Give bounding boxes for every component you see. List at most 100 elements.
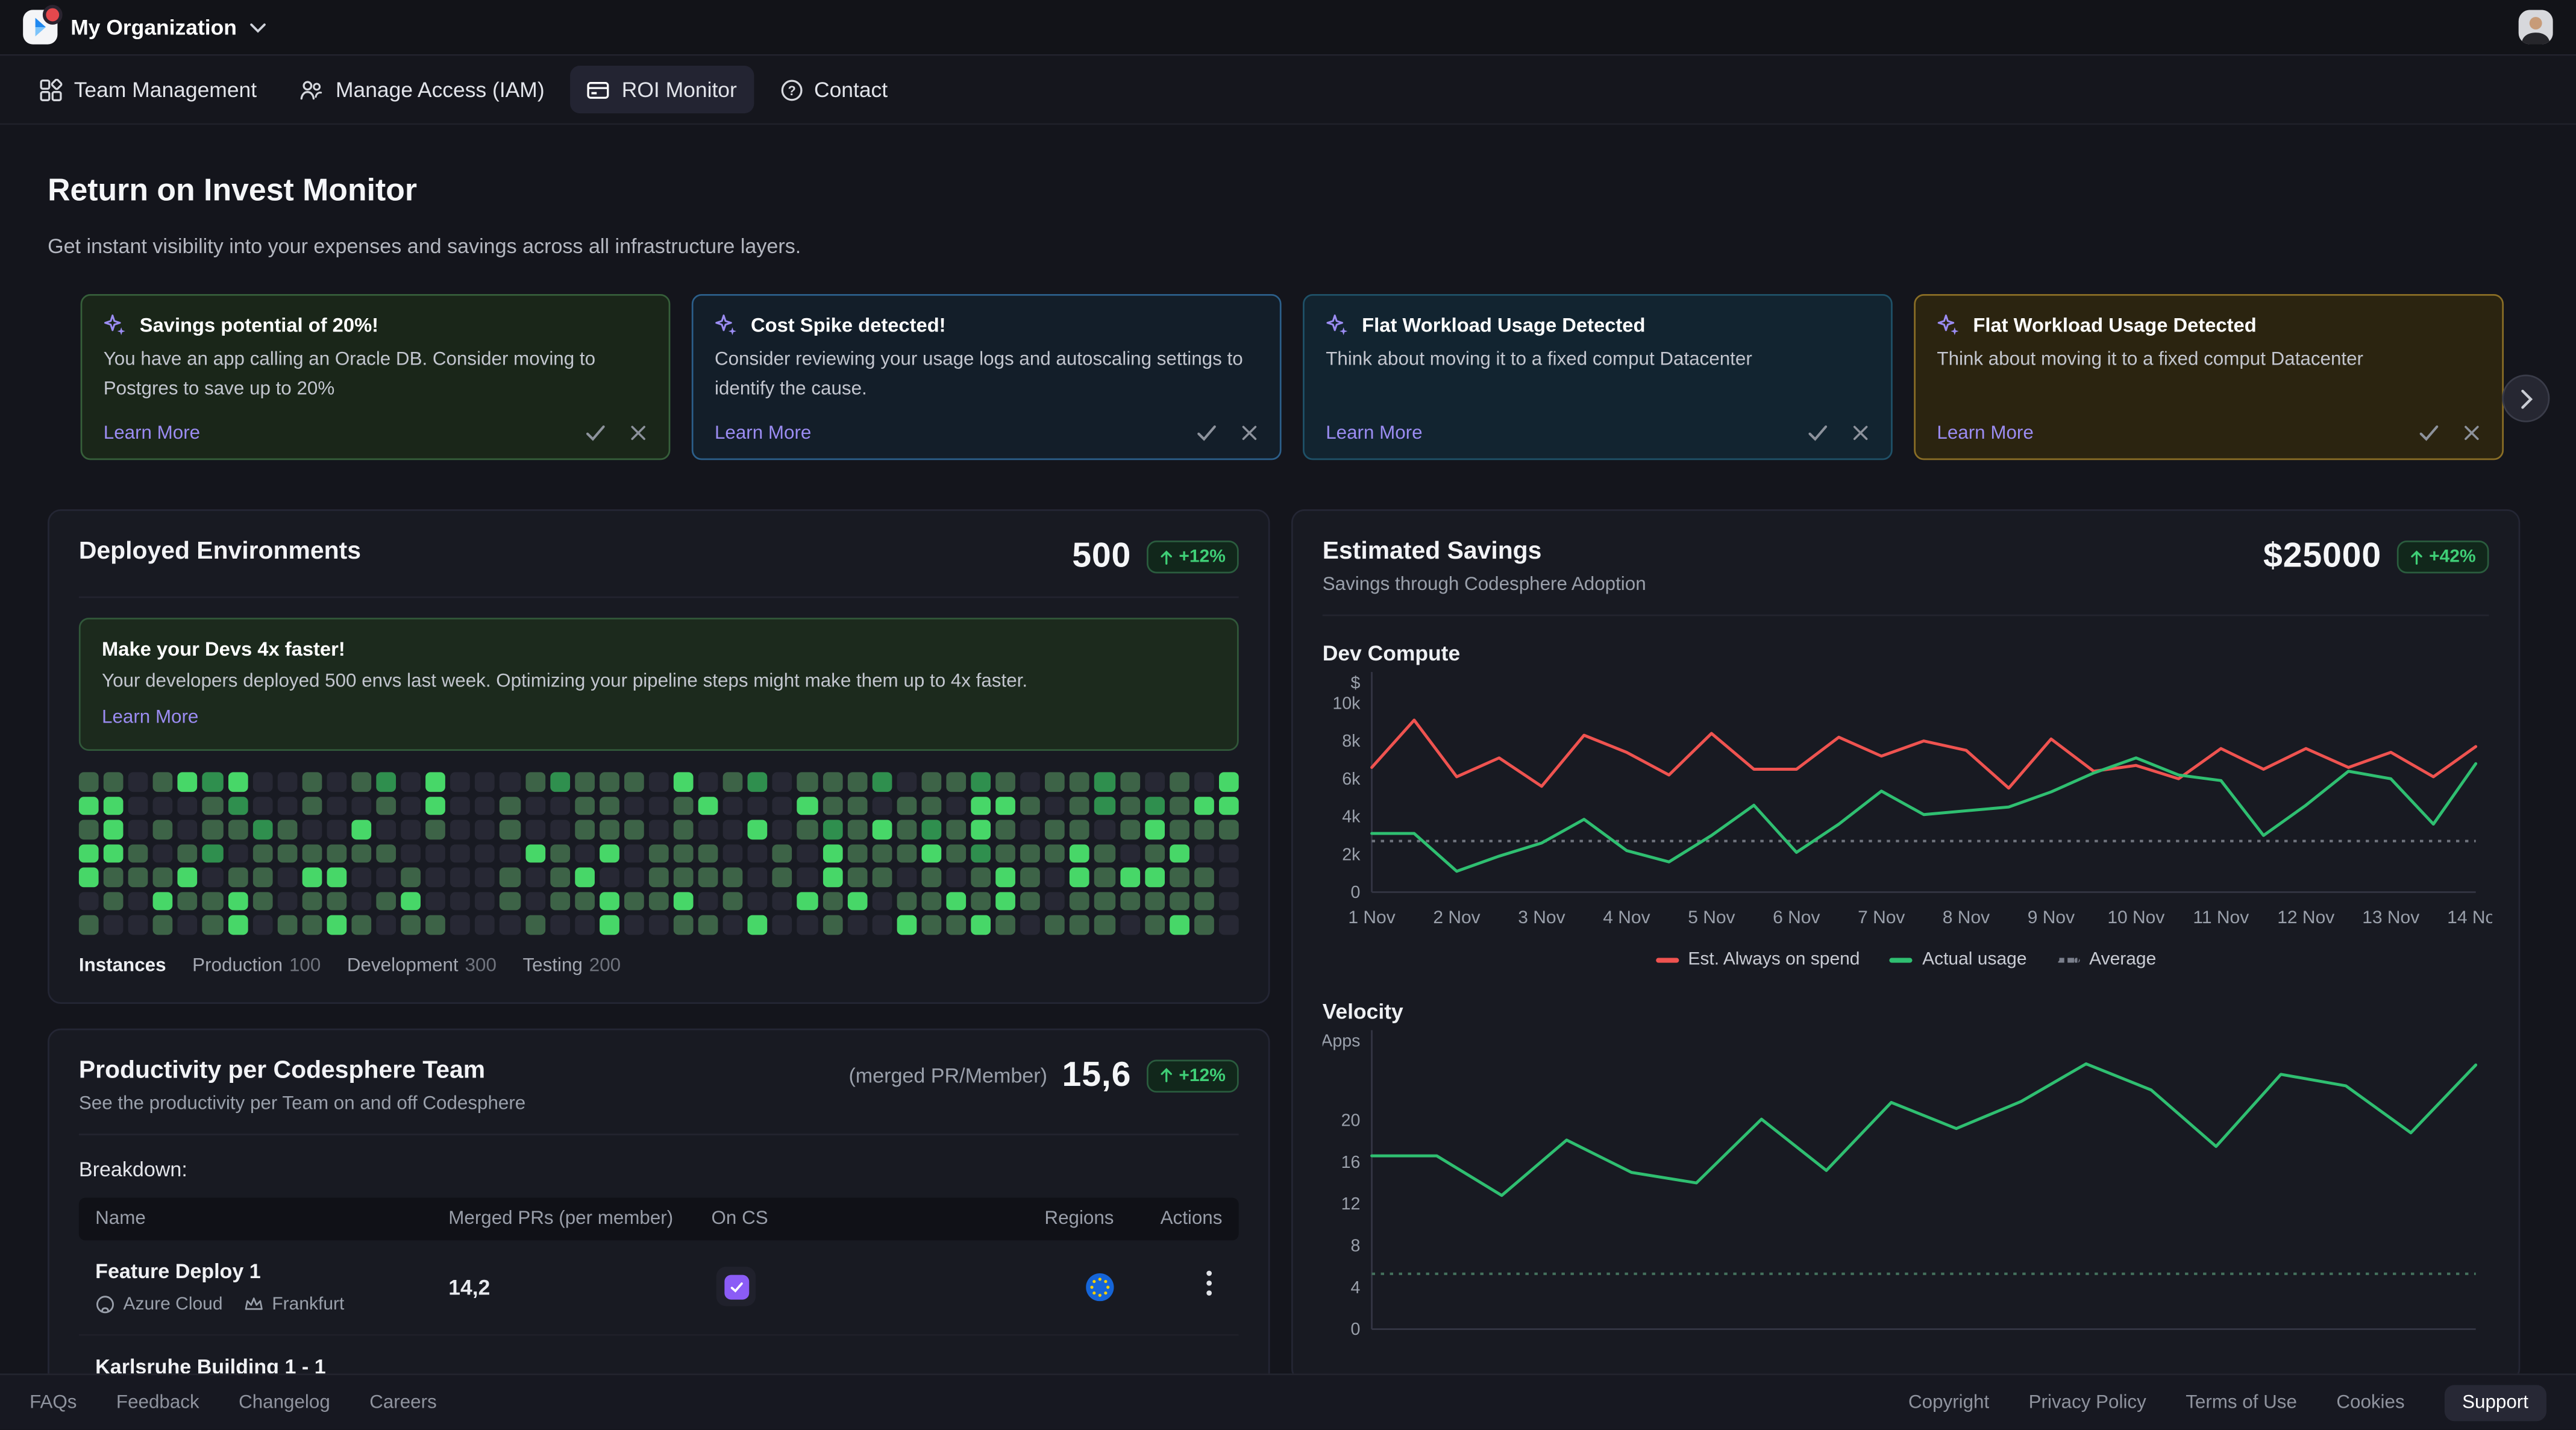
user-avatar[interactable] — [2519, 10, 2553, 44]
legend-label: Development — [347, 955, 459, 975]
heatmap-cell — [104, 772, 124, 791]
learn-more-link[interactable]: Learn More — [1937, 423, 2033, 443]
heatmap-cell — [500, 772, 520, 791]
heatmap-cell — [252, 915, 272, 934]
heatmap-cell — [1095, 891, 1115, 910]
heatmap-cell — [128, 820, 148, 838]
nav-roi-monitor[interactable]: ROI Monitor — [571, 66, 753, 113]
breakdown-label: Breakdown: — [79, 1158, 1239, 1181]
alert-body: Consider reviewing your usage logs and a… — [715, 347, 1258, 405]
heatmap-cell — [351, 772, 371, 791]
heatmap-cell — [128, 772, 148, 791]
org-switcher[interactable]: My Organization — [23, 10, 266, 44]
footer-link-faqs[interactable]: FAQs — [30, 1393, 77, 1413]
table-row-partial[interactable]: Karlsruhe Building 1 - 1 — [79, 1335, 1239, 1378]
heatmap-cell — [674, 820, 694, 838]
heatmap-cell — [153, 868, 173, 886]
alerts-next-button[interactable] — [2502, 375, 2549, 422]
heatmap-cell — [847, 915, 867, 934]
heatmap-cell — [823, 820, 842, 838]
alert-card-cost-spike: Cost Spike detected! Consider reviewing … — [692, 294, 1282, 460]
notification-dot — [43, 5, 63, 25]
panel-title: Productivity per Codesphere Team — [79, 1056, 525, 1083]
heatmap-cell — [525, 820, 545, 838]
accept-icon[interactable] — [1807, 422, 1828, 444]
dev-compute-legend: Est. Always on spend Actual usage Averag… — [1323, 950, 2489, 970]
heatmap-cell — [798, 820, 818, 838]
heatmap-cell — [376, 796, 396, 815]
nav-manage-access-iam[interactable]: Manage Access (IAM) — [283, 66, 561, 113]
svg-text:8 Nov: 8 Nov — [1943, 908, 1990, 927]
heatmap-cell — [525, 915, 545, 934]
svg-text:4: 4 — [1351, 1278, 1361, 1297]
col-on-cs: On CS — [712, 1208, 942, 1228]
dismiss-icon[interactable] — [629, 424, 647, 442]
grid-icon — [39, 78, 62, 101]
heatmap-cell — [79, 868, 99, 886]
codesphere-logo-icon — [23, 10, 57, 44]
heatmap-cell — [649, 796, 669, 815]
heatmap-cell — [698, 820, 718, 838]
footer-link-careers[interactable]: Careers — [369, 1393, 437, 1413]
dismiss-icon[interactable] — [1852, 424, 1870, 442]
heatmap-cell — [252, 891, 272, 910]
footer-link-support[interactable]: Support — [2444, 1384, 2546, 1420]
nav-label: ROI Monitor — [622, 77, 737, 102]
heatmap-cell — [128, 891, 148, 910]
estimated-savings-panel: Estimated Savings Savings through Codesp… — [1291, 509, 2520, 1382]
footer-link-feedback[interactable]: Feedback — [116, 1393, 199, 1413]
heatmap-cell — [153, 844, 173, 862]
deployed-environments-panel: Deployed Environments 500 +12% Make your… — [48, 509, 1270, 1003]
heatmap-cell — [971, 796, 991, 815]
svg-text:2 Nov: 2 Nov — [1433, 908, 1480, 927]
heatmap-cell — [79, 796, 99, 815]
footer-link-cookies[interactable]: Cookies — [2336, 1393, 2404, 1413]
heatmap-cell — [1194, 891, 1214, 910]
table-row[interactable]: Feature Deploy 1 Azure Cloud — [79, 1240, 1239, 1335]
accept-icon[interactable] — [1196, 422, 1217, 444]
heatmap-cell — [228, 796, 248, 815]
heatmap-cell — [1219, 772, 1239, 791]
heatmap-cell — [847, 772, 867, 791]
heatmap-cell — [451, 820, 471, 838]
heatmap-cell — [302, 891, 322, 910]
row-actions-menu[interactable] — [1196, 1262, 1223, 1310]
heatmap-cell — [971, 844, 991, 862]
heatmap-cell — [178, 915, 198, 934]
heatmap-cell — [500, 820, 520, 838]
learn-more-link[interactable]: Learn More — [1326, 423, 1422, 443]
heatmap-cell — [1070, 868, 1090, 886]
heatmap-cell — [550, 820, 569, 838]
footer-link-privacy[interactable]: Privacy Policy — [2029, 1393, 2146, 1413]
learn-more-link[interactable]: Learn More — [104, 423, 200, 443]
heatmap-cell — [178, 820, 198, 838]
svg-text:?: ? — [787, 83, 795, 98]
heatmap-cell — [500, 844, 520, 862]
dismiss-icon[interactable] — [1240, 424, 1258, 442]
heatmap-cell — [1045, 891, 1065, 910]
nav-team-management[interactable]: Team Management — [23, 66, 273, 113]
footer-link-terms[interactable]: Terms of Use — [2186, 1393, 2297, 1413]
accept-icon[interactable] — [585, 422, 606, 444]
heatmap-cell — [1045, 820, 1065, 838]
accept-icon[interactable] — [2418, 422, 2439, 444]
heatmap-cell — [1169, 891, 1189, 910]
heatmap-cell — [847, 844, 867, 862]
footer-link-copyright[interactable]: Copyright — [1908, 1393, 1989, 1413]
heatmap-cell — [153, 772, 173, 791]
on-cs-checkbox[interactable] — [716, 1267, 756, 1306]
heatmap-cell — [1169, 868, 1189, 886]
nav-contact[interactable]: ? Contact — [763, 66, 904, 113]
heatmap-cell — [351, 915, 371, 934]
heatmap-cell — [772, 820, 792, 838]
footer-link-changelog[interactable]: Changelog — [239, 1393, 330, 1413]
legend-label: Average — [2089, 950, 2156, 970]
heatmap-cell — [946, 891, 966, 910]
alert-title: Cost Spike detected! — [751, 314, 946, 337]
learn-more-link[interactable]: Learn More — [102, 708, 198, 728]
heatmap-cell — [351, 796, 371, 815]
learn-more-link[interactable]: Learn More — [715, 423, 811, 443]
dismiss-icon[interactable] — [2463, 424, 2481, 442]
heatmap-cell — [1120, 820, 1139, 838]
heatmap-cell — [1144, 796, 1164, 815]
